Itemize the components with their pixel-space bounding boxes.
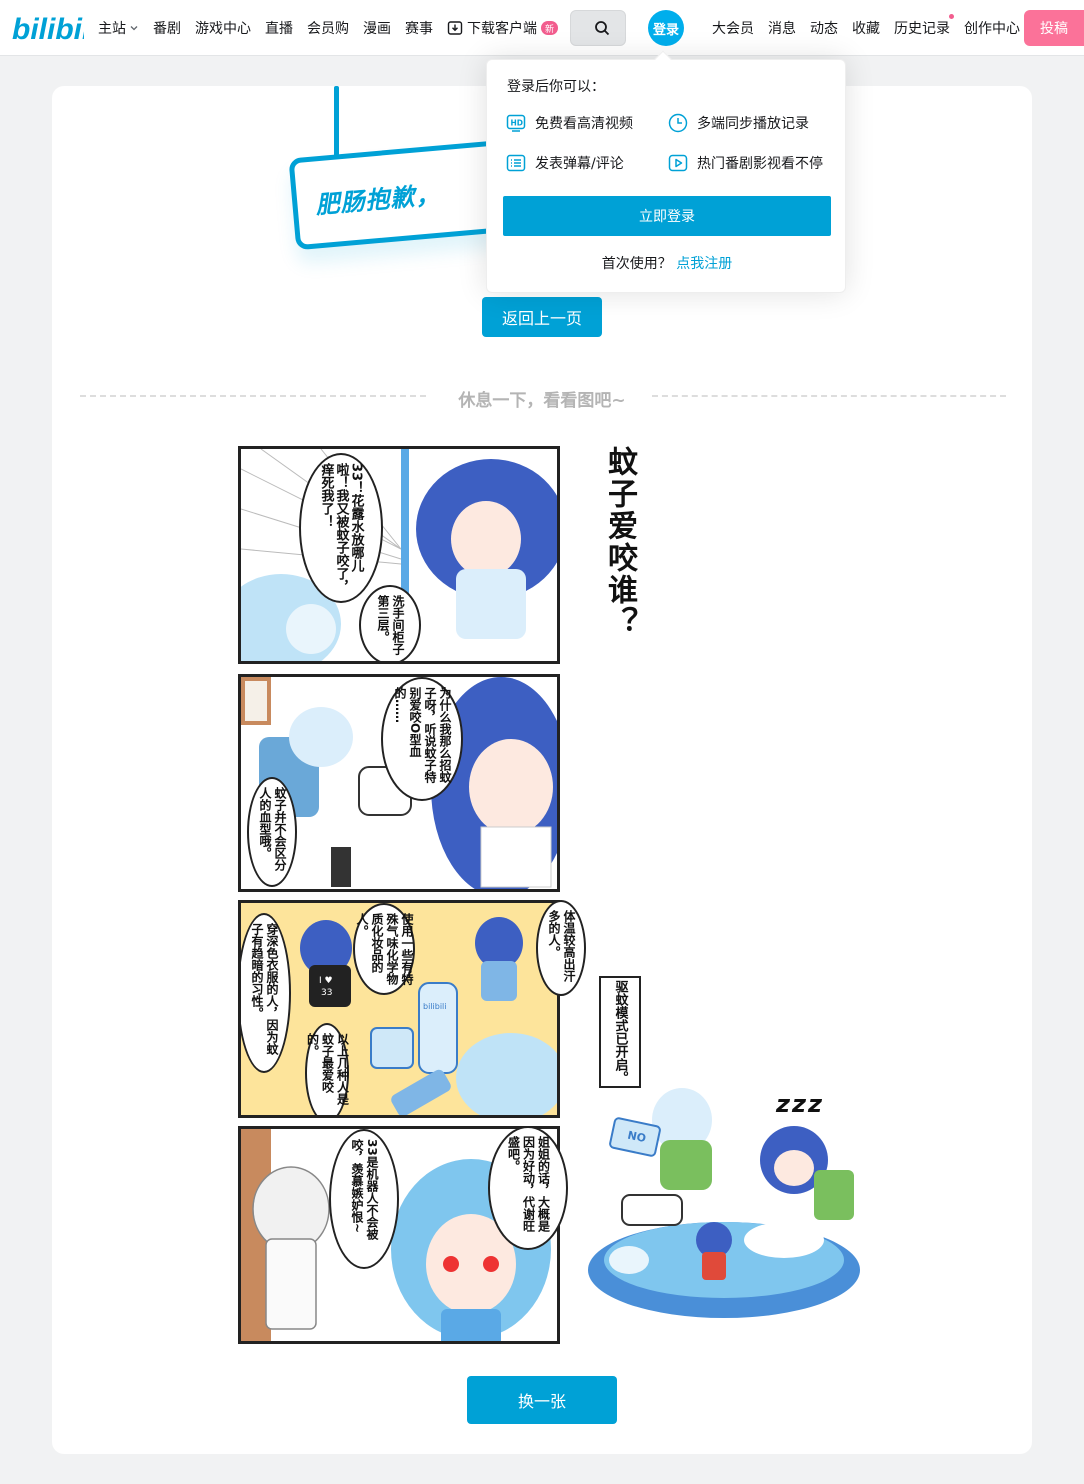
- perk-item: HD 免费看高清视频: [505, 112, 633, 134]
- nav-left: 主站 番剧 游戏中心 直播 会员购 漫画 赛事 下载客户端 新: [98, 0, 572, 56]
- perk-item: 热门番剧影视看不停: [667, 152, 823, 174]
- shirt-text-line1: I ♥: [319, 976, 333, 986]
- nav-item-creator-center[interactable]: 创作中心: [964, 18, 1020, 38]
- speech-bubble: 姐姐的话，大概是因为好动，代谢旺盛吧。: [488, 1126, 568, 1250]
- bilibili-logo[interactable]: bilibili: [12, 11, 84, 45]
- speech-bubble: 穿深色衣服的人，因为蚊子有趋暗的习性。: [241, 913, 291, 1073]
- register-prompt: 首次使用？ 点我注册: [601, 256, 733, 272]
- error-sign-text: 肥肠抱歉，: [314, 180, 442, 220]
- sleeping-illustration: ON: [588, 1088, 860, 1318]
- clock-icon: [667, 112, 689, 134]
- nav-item-download-client[interactable]: 下载客户端 新: [447, 18, 558, 38]
- nav-item-messages[interactable]: 消息: [768, 18, 796, 38]
- nav-item-dynamics[interactable]: 动态: [810, 18, 838, 38]
- nav-item-anime[interactable]: 番剧: [153, 18, 181, 38]
- nav-right: 大会员 消息 动态 收藏 历史记录 创作中心: [712, 0, 1034, 56]
- speech-bubble: 33是机器人不会被咬，羡慕嫉妒恨~: [329, 1129, 399, 1269]
- perk-item: 多端同步播放记录: [667, 112, 809, 134]
- divider-text: 休息一下，看看图吧~: [458, 391, 626, 411]
- perk-item: 发表弹幕/评论: [505, 152, 624, 174]
- nav-item-manga[interactable]: 漫画: [363, 18, 391, 38]
- speech-bubble: 体温较高出汗多的人。: [536, 900, 586, 996]
- nav-item-history[interactable]: 历史记录: [894, 14, 954, 38]
- new-badge: 新: [541, 21, 558, 35]
- login-now-button[interactable]: 立即登录: [503, 196, 831, 236]
- speech-bubble: 蚊子并不会区分人的血型哦。: [247, 777, 297, 887]
- speech-bubble: 为什么我那么招蚊子呀，听说蚊子特别爱咬O型血的……: [381, 677, 463, 801]
- chevron-down-icon: [130, 26, 138, 31]
- login-popover: 登录后你可以： HD 免费看高清视频 多端同步播放记录 发表弹幕/评论 热门番剧…: [486, 50, 846, 293]
- top-header: bilibili 主站 番剧 游戏中心 直播 会员购 漫画 赛事 下载客户端 新…: [0, 0, 1084, 56]
- divider-left: [80, 395, 426, 397]
- comic-panel-2: 为什么我那么招蚊子呀，听说蚊子特别爱咬O型血的…… 蚊子并不会区分人的血型哦。: [238, 674, 560, 892]
- svg-text:bilibili: bilibili: [12, 13, 84, 45]
- comic-panel-1: 33！花露水放哪儿啦！我又被蚊子咬了，痒死我了！ 洗手间柜子第三层。: [238, 446, 560, 664]
- nav-item-favorites[interactable]: 收藏: [852, 18, 880, 38]
- sign-pole: [334, 86, 339, 164]
- popover-title: 登录后你可以：: [507, 79, 605, 95]
- speech-bubble: 洗手间柜子第三层。: [359, 585, 421, 661]
- nav-item-mall[interactable]: 会员购: [307, 18, 349, 38]
- comic-title: 蚊子爱咬谁？: [602, 446, 637, 638]
- register-link[interactable]: 点我注册: [676, 256, 732, 272]
- nav-item-esports[interactable]: 赛事: [405, 18, 433, 38]
- search-button[interactable]: [579, 13, 625, 43]
- play-icon: [667, 152, 689, 174]
- header-login-avatar[interactable]: 登录: [648, 10, 684, 46]
- svg-text:HD: HD: [511, 119, 524, 128]
- speech-bubble: 以上几种人是蚊子最爱咬的。: [305, 1023, 350, 1115]
- speech-bubble: 33！花露水放哪儿啦！我又被蚊子咬了，痒死我了！: [299, 453, 383, 603]
- bottle-label: bilibili: [423, 1002, 447, 1011]
- nav-item-main[interactable]: 主站: [98, 18, 139, 38]
- upload-button[interactable]: 投稿: [1024, 10, 1084, 46]
- comic-panel-3: I ♥ 33 bilibili 穿深色衣服的人，因为蚊子有趋暗的习性。 使用一些…: [238, 900, 560, 1118]
- back-button[interactable]: 返回上一页: [482, 297, 602, 337]
- download-icon: [447, 21, 463, 35]
- change-image-button[interactable]: 换一张: [467, 1376, 617, 1424]
- hd-icon: HD: [505, 112, 527, 134]
- speech-bubble: 使用一些有特殊气味化学物质化妆品的人。: [353, 903, 415, 995]
- nav-item-vip[interactable]: 大会员: [712, 18, 754, 38]
- nav-item-game-center[interactable]: 游戏中心: [195, 18, 251, 38]
- notification-dot: [949, 14, 954, 19]
- shirt-text-line2: 33: [321, 988, 332, 998]
- search-icon: [595, 21, 610, 36]
- list-icon: [505, 152, 527, 174]
- divider-right: [652, 395, 1006, 397]
- nav-item-live[interactable]: 直播: [265, 18, 293, 38]
- search-box[interactable]: [570, 10, 626, 46]
